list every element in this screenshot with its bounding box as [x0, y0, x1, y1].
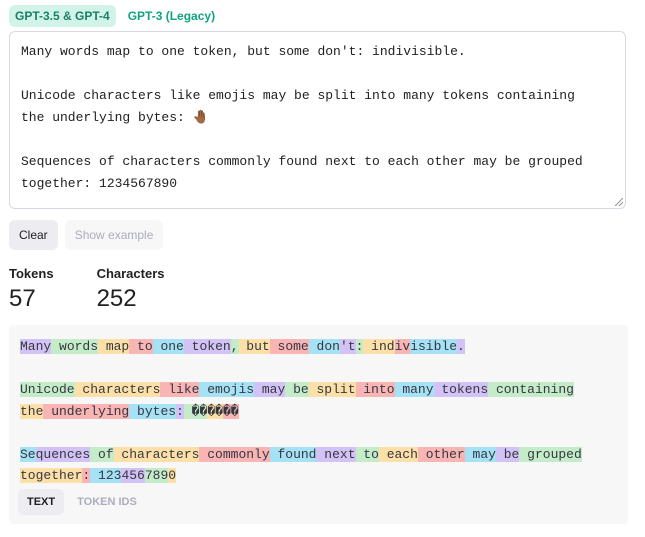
token: be — [495, 446, 520, 462]
token: but — [238, 339, 270, 354]
token: 0 — [168, 468, 177, 483]
action-buttons: Clear Show example — [9, 220, 164, 250]
token: grouped — [519, 446, 582, 462]
token: . — [457, 339, 465, 354]
token: 456 — [121, 468, 145, 483]
token: : — [176, 403, 184, 419]
token: 789 — [144, 468, 169, 483]
token: Unicode — [20, 382, 75, 397]
token: commonly — [199, 446, 270, 462]
view-tabs: TEXT TOKEN IDS — [18, 489, 146, 515]
tokens-count: 57 — [9, 285, 36, 312]
token: token — [183, 339, 231, 354]
token: quences — [35, 446, 91, 462]
token: 't — [339, 339, 356, 354]
token: ind — [363, 339, 395, 354]
tab-gpt3-legacy[interactable]: GPT-3 (Legacy) — [122, 5, 221, 27]
token: be — [285, 382, 309, 397]
tab-token-ids[interactable]: TOKEN IDS — [68, 489, 146, 515]
token: �� — [183, 403, 208, 419]
token: may — [254, 382, 286, 397]
token: iv — [394, 339, 411, 354]
model-tabs: GPT-3.5 & GPT-4 GPT-3 (Legacy) — [9, 5, 221, 27]
token: other — [417, 446, 465, 462]
tokenized-output: Many words map to one token, but some do… — [9, 325, 628, 524]
token-list: Many words map to one token, but some do… — [20, 336, 620, 487]
token: characters — [74, 382, 161, 397]
token: of — [90, 446, 114, 462]
token: the — [20, 403, 44, 419]
token: split — [308, 382, 356, 397]
token: bytes — [129, 403, 177, 419]
characters-label: Characters — [96, 266, 165, 281]
stats: Tokens 57 Characters 252 — [9, 266, 165, 313]
token: , — [230, 339, 239, 354]
token: next — [316, 446, 356, 462]
token: map — [98, 339, 130, 354]
token: to — [129, 339, 153, 354]
token: tokens — [433, 382, 489, 397]
token: �� — [207, 403, 223, 419]
token: one — [152, 339, 184, 354]
token: into — [355, 382, 395, 397]
token: Se — [20, 446, 36, 462]
clear-button[interactable]: Clear — [9, 220, 58, 250]
token: �� — [222, 403, 239, 419]
tokens-label: Tokens — [9, 266, 54, 281]
token: characters — [113, 446, 200, 462]
token: don — [308, 339, 340, 354]
token: emojis — [199, 382, 255, 397]
token: underlying — [43, 403, 130, 419]
token: to — [355, 446, 379, 462]
token: containing — [488, 382, 574, 397]
characters-count: 252 — [96, 285, 137, 312]
tokens-stat: Tokens 57 — [9, 266, 54, 313]
tab-gpt35-gpt4[interactable]: GPT-3.5 & GPT-4 — [9, 5, 116, 27]
token: together — [20, 468, 83, 483]
tab-text[interactable]: TEXT — [18, 489, 65, 515]
token: may — [464, 446, 496, 462]
token: found — [269, 446, 317, 462]
token: some — [269, 339, 309, 354]
token: isible — [410, 339, 458, 354]
resize-handle-icon[interactable] — [615, 198, 625, 208]
token: Many — [20, 339, 52, 354]
token: each — [378, 446, 418, 462]
token: 123 — [90, 468, 122, 483]
token: like — [160, 382, 200, 397]
text-input[interactable]: Many words map to one token, but some do… — [9, 31, 626, 209]
characters-stat: Characters 252 — [97, 266, 165, 313]
token: many — [394, 382, 434, 397]
token: words — [51, 339, 99, 354]
show-example-button[interactable]: Show example — [64, 220, 164, 250]
